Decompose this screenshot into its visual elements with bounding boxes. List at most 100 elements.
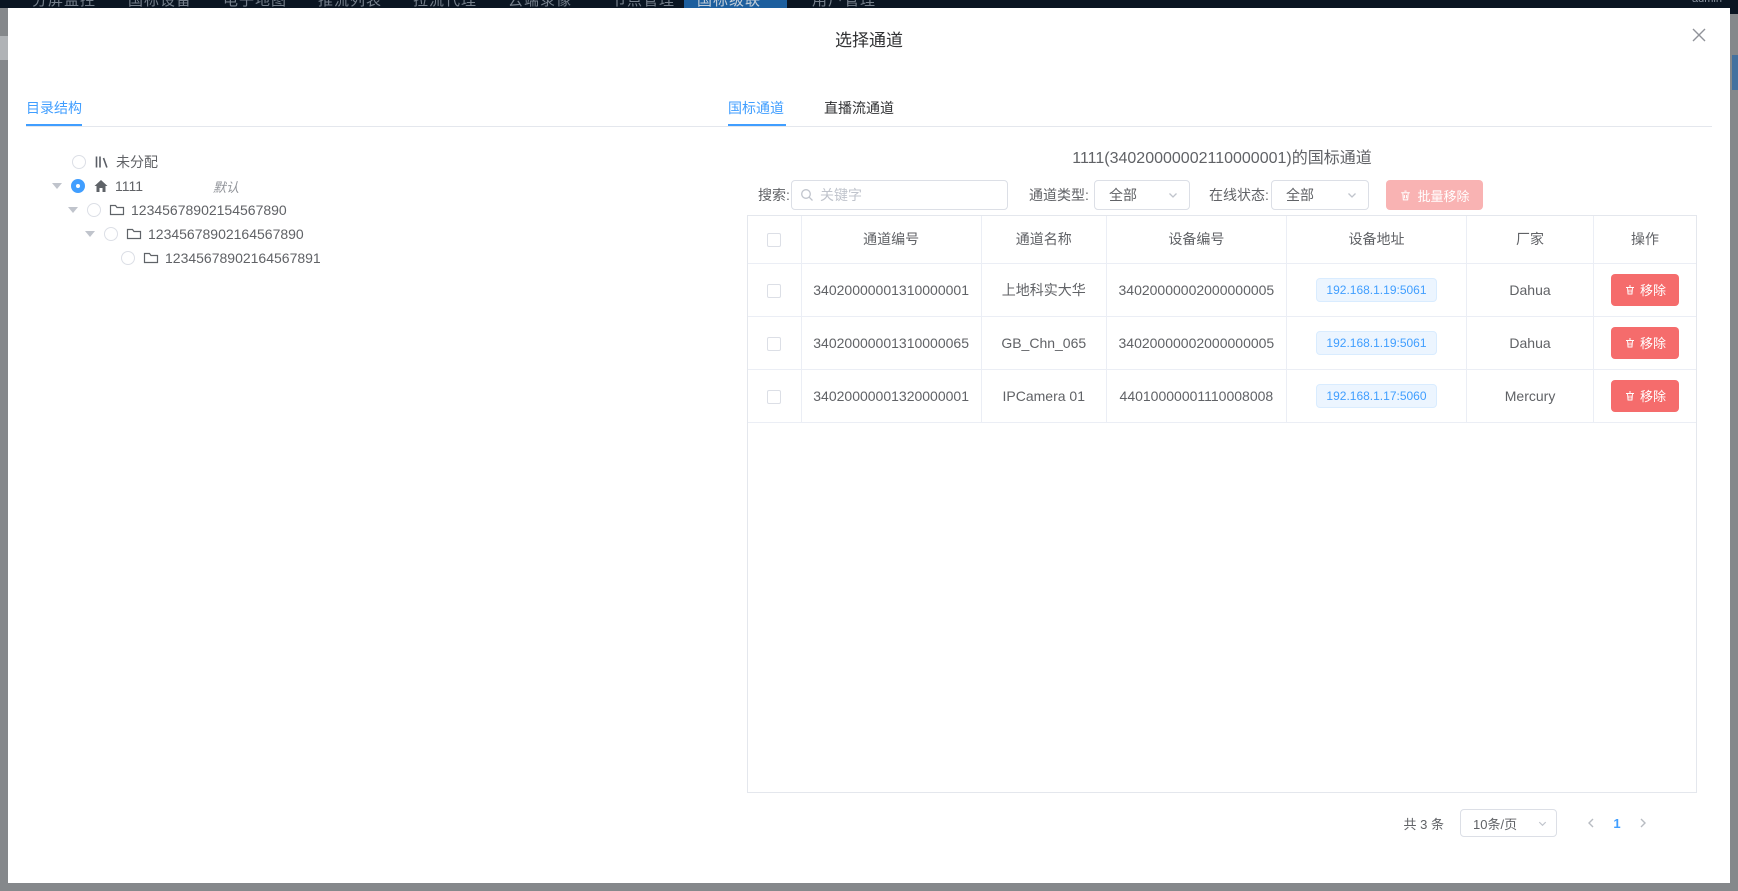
nav-item-4[interactable]: 推流列表 — [318, 0, 382, 8]
remove-button[interactable]: 移除 — [1611, 327, 1679, 359]
search-input[interactable] — [820, 187, 999, 203]
remove-label: 移除 — [1640, 333, 1666, 352]
cell-vendor: Dahua — [1467, 316, 1594, 369]
cell-channel-id: 34020000001320000001 — [801, 369, 981, 422]
top-navbar: 分屏监控 国标设备 电子地图 推流列表 拉流代理 云端录像 节点管理 国标级联 … — [0, 0, 1738, 8]
tab-active-underline-left — [26, 124, 82, 126]
channel-type-label: 通道类型: — [1029, 180, 1089, 210]
trash-icon — [1624, 337, 1636, 349]
tab-directory-structure[interactable]: 目录结构 — [26, 98, 82, 118]
search-input-wrapper[interactable] — [791, 180, 1008, 210]
nav-item-2[interactable]: 国标设备 — [128, 0, 192, 8]
total-count: 共 3 条 — [1404, 814, 1444, 833]
chevron-down-icon — [1346, 189, 1358, 201]
search-icon — [800, 188, 814, 202]
tree-node-folder-2[interactable]: 12345678902164567890 — [8, 222, 658, 246]
trash-icon — [1399, 189, 1412, 202]
filters-row: 搜索: 通道类型: 全部 在线状态: 全部 批量移除 — [8, 180, 1730, 210]
nav-item-7[interactable]: 节点管理 — [611, 0, 675, 8]
nav-item-1[interactable]: 分屏监控 — [32, 0, 96, 8]
select-channel-dialog: 选择通道 目录结构 国标通道 直播流通道 未分配 1111 默认 — [8, 8, 1730, 883]
search-label: 搜索: — [758, 180, 790, 210]
col-header-device-address: 设备地址 — [1286, 216, 1466, 263]
page-number[interactable]: 1 — [1603, 816, 1631, 831]
row-checkbox[interactable] — [767, 284, 781, 298]
tab-live-stream-channels[interactable]: 直播流通道 — [824, 98, 894, 118]
radio-unselected[interactable] — [121, 251, 135, 265]
folder-icon — [143, 250, 159, 266]
channel-type-select[interactable]: 全部 — [1094, 180, 1190, 210]
directory-tree: 未分配 1111 默认 12345678902154567890 — [8, 150, 658, 270]
table-row: 34020000001310000001 上地科实大华 340200000020… — [748, 263, 1696, 316]
remove-button[interactable]: 移除 — [1611, 274, 1679, 306]
cell-vendor: Mercury — [1467, 369, 1594, 422]
device-address-tag: 192.168.1.19:5061 — [1316, 278, 1436, 302]
row-checkbox[interactable] — [767, 337, 781, 351]
device-address-tag: 192.168.1.19:5061 — [1316, 331, 1436, 355]
cell-device-id: 44010000001110008008 — [1106, 369, 1286, 422]
cell-channel-name: 上地科实大华 — [981, 263, 1106, 316]
folder-icon — [126, 226, 142, 242]
online-status-value: 全部 — [1286, 185, 1314, 205]
online-status-label: 在线状态: — [1209, 180, 1269, 210]
channel-table: 通道编号 通道名称 设备编号 设备地址 厂家 操作 34020000001310… — [748, 216, 1696, 423]
col-header-channel-id: 通道编号 — [801, 216, 981, 263]
remove-label: 移除 — [1640, 386, 1666, 405]
background-page-fragment — [1732, 55, 1738, 90]
nav-item-9[interactable]: 用户管理 — [812, 0, 876, 8]
cell-device-id: 34020000002000000005 — [1106, 263, 1286, 316]
tree-node-label: 12345678902164567890 — [148, 226, 304, 242]
page-size-select[interactable]: 10条/页 — [1460, 809, 1557, 837]
nav-item-5[interactable]: 拉流代理 — [413, 0, 477, 8]
channel-type-value: 全部 — [1109, 185, 1137, 205]
library-icon — [94, 154, 110, 170]
col-header-actions: 操作 — [1594, 216, 1696, 263]
next-page-icon[interactable] — [1631, 817, 1655, 829]
tabs-divider — [26, 126, 1712, 127]
table-row: 34020000001310000065 GB_Chn_065 34020000… — [748, 316, 1696, 369]
tree-node-unassigned[interactable]: 未分配 — [8, 150, 658, 174]
online-status-select[interactable]: 全部 — [1271, 180, 1369, 210]
background-page-fragment — [0, 36, 8, 60]
tree-node-label: 未分配 — [116, 152, 158, 172]
batch-remove-button[interactable]: 批量移除 — [1386, 180, 1483, 210]
caret-down-icon[interactable] — [85, 231, 95, 237]
radio-unselected[interactable] — [104, 227, 118, 241]
channel-list-heading: 1111(34020000002110000001)的国标通道 — [747, 144, 1697, 168]
remove-button[interactable]: 移除 — [1611, 380, 1679, 412]
col-header-vendor: 厂家 — [1467, 216, 1594, 263]
chevron-down-icon — [1537, 818, 1548, 829]
page-size-value: 10条/页 — [1473, 814, 1517, 833]
col-header-device-id: 设备编号 — [1106, 216, 1286, 263]
close-icon[interactable] — [1686, 22, 1712, 48]
cell-vendor: Dahua — [1467, 263, 1594, 316]
prev-page-icon[interactable] — [1579, 817, 1603, 829]
col-header-channel-name: 通道名称 — [981, 216, 1106, 263]
trash-icon — [1624, 390, 1636, 402]
tab-active-underline-gb — [728, 124, 786, 126]
cell-device-id: 34020000002000000005 — [1106, 316, 1286, 369]
trash-icon — [1624, 284, 1636, 296]
batch-remove-label: 批量移除 — [1417, 186, 1469, 205]
channel-table-container: 通道编号 通道名称 设备编号 设备地址 厂家 操作 34020000001310… — [747, 215, 1697, 793]
device-address-tag: 192.168.1.17:5060 — [1316, 384, 1436, 408]
dialog-title: 选择通道 — [8, 26, 1730, 51]
chevron-down-icon — [1167, 189, 1179, 201]
cell-channel-id: 34020000001310000001 — [801, 263, 981, 316]
cell-channel-id: 34020000001310000065 — [801, 316, 981, 369]
tree-node-folder-3[interactable]: 12345678902164567891 — [8, 246, 658, 270]
cell-channel-name: GB_Chn_065 — [981, 316, 1106, 369]
row-checkbox[interactable] — [767, 390, 781, 404]
tab-gb-channels[interactable]: 国标通道 — [728, 98, 784, 118]
nav-item-3[interactable]: 电子地图 — [223, 0, 287, 8]
remove-label: 移除 — [1640, 280, 1666, 299]
table-row: 34020000001320000001 IPCamera 01 4401000… — [748, 369, 1696, 422]
pagination: 共 3 条 10条/页 1 — [1404, 809, 1655, 837]
radio-unselected[interactable] — [72, 155, 86, 169]
nav-item-6[interactable]: 云端录像 — [508, 0, 572, 8]
cell-channel-name: IPCamera 01 — [981, 369, 1106, 422]
tree-node-label: 12345678902164567891 — [165, 250, 321, 266]
select-all-checkbox[interactable] — [767, 233, 781, 247]
nav-user[interactable]: admin — [1692, 0, 1722, 5]
nav-item-active[interactable]: 国标级联 — [697, 0, 761, 8]
